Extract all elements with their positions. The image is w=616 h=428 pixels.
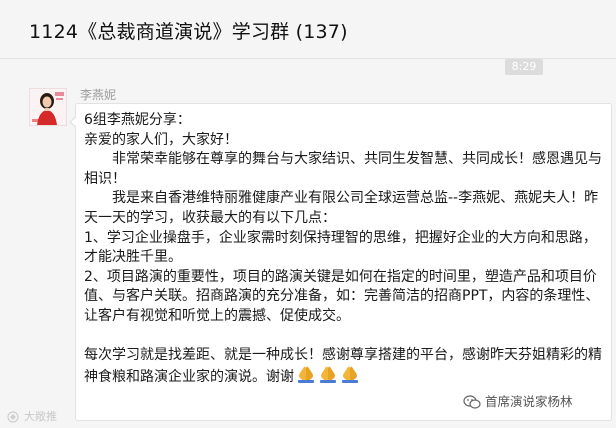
wechat-icon	[463, 395, 481, 409]
message-line: 亲爱的家人们，大家好！	[84, 131, 238, 148]
message-line: 1、学习企业操盘手，企业家需时刻保持理智的思维，把握好企业的大方向和思路，才能决…	[84, 229, 597, 266]
sender-avatar[interactable]	[29, 88, 67, 126]
watermark-left-text: 大敞推	[24, 410, 57, 423]
message-bubble[interactable]: 6组李燕妮分享： 亲爱的家人们，大家好！ 非常荣幸能够在尊享的舞台与大家结识、共…	[75, 103, 612, 421]
sender-name[interactable]: 李燕妮	[80, 86, 116, 103]
chat-header: 1124《总裁商道演说》学习群 (137)	[0, 0, 616, 59]
folded-hands-emoji-icon	[342, 366, 358, 383]
folded-hands-emoji-icon	[298, 366, 314, 383]
folded-hands-emoji-icon	[320, 366, 336, 383]
message-line: 我是来自香港维特丽雅健康产业有限公司全球运营总监--李燕妮、燕妮夫人！昨天一天的…	[84, 190, 599, 226]
timestamp-badge: 8:29	[505, 59, 543, 75]
watermark-right: 首席演说家杨林	[461, 391, 575, 410]
brand-logo-icon	[7, 411, 19, 423]
watermark-right-text: 首席演说家杨林	[485, 394, 573, 409]
message-text: 6组李燕妮分享： 亲爱的家人们，大家好！ 非常荣幸能够在尊享的舞台与大家结识、共…	[84, 111, 606, 387]
chat-window: 1124《总裁商道演说》学习群 (137) 8:29 李燕妮 6组李燕妮分享： …	[0, 0, 616, 428]
watermark-left: 大敞推	[6, 408, 57, 424]
group-title[interactable]: 1124《总裁商道演说》学习群 (137)	[29, 17, 348, 44]
message-line: 6组李燕妮分享：	[84, 112, 191, 128]
bubble-tail-inner	[71, 117, 77, 127]
message-line: 非常荣幸能够在尊享的舞台与大家结识、共同生发智慧、共同成长！感恩遇见与相识！	[84, 151, 602, 187]
message-line-last: 每次学习就是找差距、就是一种成长！感谢尊享搭建的平台，感谢昨天芬姐精彩的精神食粮…	[84, 346, 606, 387]
message-line: 2、项目路演的重要性，项目的路演关键是如何在指定的时间里，塑造产品和项目价值、与…	[84, 268, 600, 324]
avatar-woman-red-dress-icon	[30, 89, 66, 125]
